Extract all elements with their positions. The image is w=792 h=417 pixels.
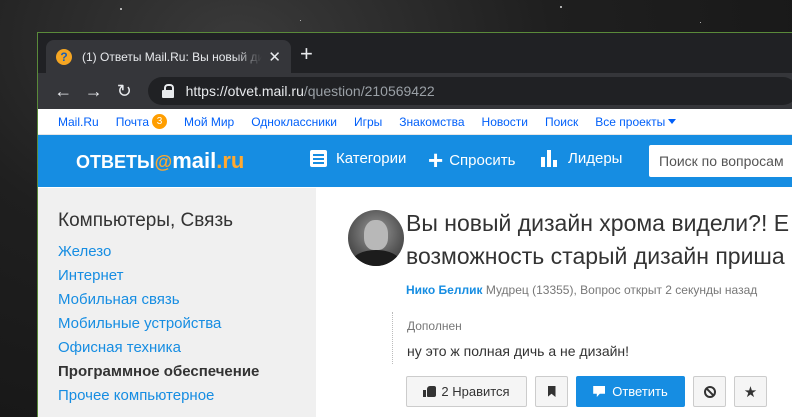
portal-link-mail[interactable]: Почта 3 [115,114,168,129]
question-actions: 2 Нравится Ответить ★ [406,376,775,407]
block-button[interactable] [693,376,726,407]
unread-badge: 3 [152,114,168,129]
favorite-button[interactable]: ★ [734,376,767,407]
portal-link-search[interactable]: Поиск [545,115,578,129]
reply-button[interactable]: Ответить [576,376,685,407]
portal-link-myworld[interactable]: Мой Мир [184,115,234,129]
url-path: /question/210569422 [303,83,435,99]
sidebar-item-office[interactable]: Офисная техника [58,336,316,360]
nav-ask[interactable]: + Спросить [428,145,516,175]
nav-categories-label: Категории [336,150,407,167]
tab-title: (1) Ответы Mail.Ru: Вы новый дизайн хром… [82,49,262,64]
sidebar-item-other[interactable]: Прочее компьютерное [58,384,316,408]
sidebar-title: Компьютеры, Связь [58,210,234,231]
flag-icon [547,386,556,397]
browser-toolbar: ← → ↻ https://otvet.mail.ru/question/210… [38,73,792,109]
logo-at: @ [154,152,173,172]
portal-link-mailru[interactable]: Mail.Ru [58,115,99,129]
portal-link-ok[interactable]: Одноклассники [251,115,337,129]
avatar-shoulders [352,250,400,266]
avatar[interactable] [348,210,404,266]
question-addition: Дополнен ну это ж полная дичь а не дизай… [392,312,629,364]
leaders-bars-icon [541,150,559,167]
reload-icon[interactable]: ↻ [109,81,140,101]
site-logo[interactable]: ОТВЕТЫ@mail.ru [76,148,244,174]
back-arrow-icon[interactable]: ← [48,81,79,101]
browser-window: ? (1) Ответы Mail.Ru: Вы новый дизайн хр… [37,32,792,417]
portal-menu: Mail.Ru Почта 3 Мой Мир Одноклассники Игр… [38,109,792,135]
block-icon [703,385,716,398]
new-tab-button[interactable]: + [300,41,313,67]
favicon-icon: ? [56,48,72,65]
logo-ru: .ru [216,148,245,173]
addition-text: ну это ж полная дичь а не дизайн! [407,343,630,359]
sidebar-item-hardware[interactable]: Железо [58,240,316,264]
desktop-background [300,20,301,21]
portal-link-news[interactable]: Новости [482,115,528,129]
portal-link-label: Почта [115,114,150,129]
page-content: Компьютеры, Связь Железо Интернет Мобиль… [38,188,792,417]
desktop-background [700,22,701,23]
desktop-background [560,6,562,8]
author-meta: Мудрец (13355), Вопрос открыт 2 секунды … [482,283,758,297]
lock-icon [161,84,174,98]
portal-link-all-projects[interactable]: Все проекты [595,114,677,129]
comment-icon [593,386,606,397]
sidebar-item-mobile-network[interactable]: Мобильная связь [58,288,316,312]
site-header: ОТВЕТЫ@mail.ru Категории + Спросить Лиде… [38,135,792,187]
desktop-background [120,8,122,10]
question-meta: Нико Беллик Мудрец (13355), Вопрос откры… [406,283,757,297]
forward-arrow-icon[interactable]: → [79,81,110,101]
list-icon [310,150,327,167]
question-panel: Вы новый дизайн хрома видели?! Е возможн… [316,188,792,417]
browser-tab[interactable]: ? (1) Ответы Mail.Ru: Вы новый дизайн хр… [46,40,291,73]
report-button[interactable] [535,376,568,407]
portal-link-games[interactable]: Игры [354,115,382,129]
question-title: Вы новый дизайн хрома видели?! Е возможн… [406,207,789,273]
question-title-line: Вы новый дизайн хрома видели?! Е [406,210,790,236]
logo-text: ОТВЕТЫ [76,152,155,172]
like-button[interactable]: 2 Нравится [406,376,527,407]
author-link[interactable]: Нико Беллик [406,283,482,297]
nav-categories[interactable]: Категории [310,150,406,167]
close-icon[interactable]: ✕ [268,48,281,66]
nav-leaders[interactable]: Лидеры [541,150,622,167]
reply-label: Ответить [612,384,668,399]
chevron-down-icon [668,119,677,124]
plus-icon: + [428,145,444,175]
portal-link-label: Все проекты [595,114,666,129]
address-bar[interactable]: https://otvet.mail.ru/question/210569422 [147,77,792,105]
question-title-line: возможность старый дизайн приша [406,243,785,269]
portal-link-dating[interactable]: Знакомства [399,115,464,129]
sidebar-item-internet[interactable]: Интернет [58,264,316,288]
sidebar-item-mobile-devices[interactable]: Мобильные устройства [58,312,316,336]
star-icon: ★ [743,383,758,401]
url-host: https://otvet.mail.ru [185,83,304,99]
search-input[interactable]: Поиск по вопросам [649,145,792,177]
tab-strip: ? (1) Ответы Mail.Ru: Вы новый дизайн хр… [38,33,792,73]
addition-label: Дополнен [407,319,462,333]
nav-leaders-label: Лидеры [568,150,623,167]
logo-mail: mail [172,148,217,173]
like-label: 2 Нравится [441,384,510,399]
sidebar: Компьютеры, Связь Железо Интернет Мобиль… [38,188,316,417]
thumbs-up-icon [423,386,437,397]
nav-ask-label: Спросить [449,151,516,169]
avatar-face [364,220,388,250]
sidebar-item-software[interactable]: Программное обеспечение [58,360,316,384]
